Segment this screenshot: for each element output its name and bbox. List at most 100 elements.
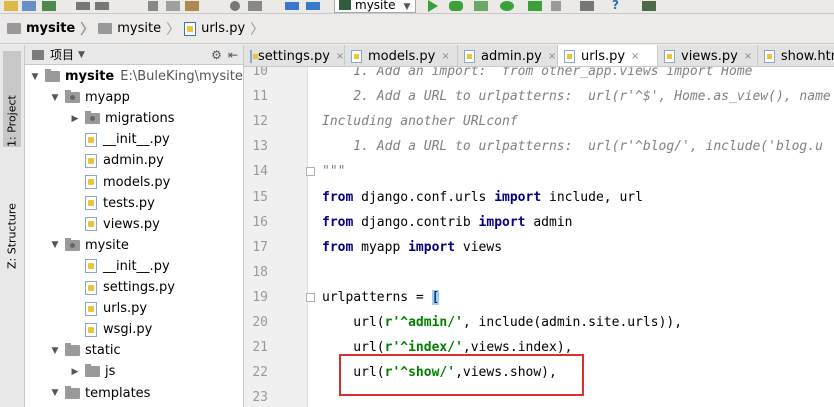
tree-item[interactable]: views.py xyxy=(69,214,160,235)
editor-tab[interactable]: views.py × xyxy=(658,45,758,66)
hide-panel-icon[interactable]: ⇤ xyxy=(228,48,238,62)
tree-item[interactable]: ▼ mysite xyxy=(49,235,129,256)
tree-item[interactable]: wsgi.py xyxy=(69,319,152,340)
folder-icon xyxy=(65,343,80,357)
coverage-icon[interactable] xyxy=(474,1,488,11)
editor-tab[interactable]: admin.py × xyxy=(458,45,558,66)
copy-icon[interactable] xyxy=(166,1,180,11)
chevron-right-icon: 〉 xyxy=(80,21,95,38)
code-token: url( xyxy=(322,315,385,330)
editor-tab-label: urls.py xyxy=(581,48,626,64)
redo-icon[interactable] xyxy=(95,2,109,10)
chevron-down-icon[interactable]: ▼ xyxy=(49,93,61,103)
code-line: 16 from django.contrib import admin xyxy=(244,210,834,235)
code-line: 17 from myapp import views xyxy=(244,235,834,260)
line-number: 22 xyxy=(252,365,268,381)
tree-item[interactable]: ▶ js xyxy=(69,361,115,382)
open-folder-icon[interactable] xyxy=(4,1,18,11)
code-line: 20 url(r'^admin/', include(admin.site.ur… xyxy=(244,310,834,335)
tree-item-label: mysite xyxy=(65,69,115,84)
close-tab-icon[interactable]: × xyxy=(631,51,639,62)
tree-item-label: settings.py xyxy=(103,280,175,295)
folder-icon xyxy=(65,385,80,399)
code-line: 18 xyxy=(244,260,834,285)
save-icon[interactable] xyxy=(22,1,36,11)
tree-item[interactable]: urls.py xyxy=(69,298,147,319)
tree-item-label: myapp xyxy=(85,90,130,106)
line-number: 14 xyxy=(252,164,268,180)
tree-item-label: __init__.py xyxy=(103,132,170,148)
chevron-down-icon[interactable]: ▼ xyxy=(29,72,41,82)
tree-item[interactable]: settings.py xyxy=(69,277,175,298)
html-file-icon xyxy=(764,49,775,63)
string-token: r'^index/' xyxy=(384,340,463,356)
undo-icon[interactable] xyxy=(76,2,90,10)
run-configuration-select[interactable]: mysite ▼ xyxy=(334,0,416,13)
chevron-down-icon[interactable]: ▼ xyxy=(49,388,61,398)
line-number: 13 xyxy=(252,139,268,155)
chevron-down-icon[interactable]: ▼ xyxy=(49,240,61,250)
keyword-token: from xyxy=(322,189,354,205)
tree-item[interactable]: ▼ myapp xyxy=(49,87,130,108)
code-fold-icon[interactable] xyxy=(306,167,315,177)
close-tab-icon[interactable]: × xyxy=(744,51,752,62)
run-icon[interactable] xyxy=(428,0,438,12)
tree-item[interactable]: __init__.py xyxy=(69,129,170,150)
editor-tab-label: views.py xyxy=(681,48,738,64)
editor-tab[interactable]: show.html xyxy=(758,45,834,66)
code-line: 15 from django.conf.urls import include, … xyxy=(244,185,834,210)
tree-item[interactable]: __init__.py xyxy=(69,256,170,277)
chevron-down-icon[interactable]: ▼ xyxy=(78,50,85,60)
stop-icon[interactable] xyxy=(551,1,561,11)
tree-item[interactable]: ▶ migrations xyxy=(69,108,175,129)
editor-tab[interactable]: urls.py × xyxy=(558,45,658,66)
sdk-manager-icon[interactable] xyxy=(642,1,656,11)
back-icon[interactable] xyxy=(285,2,299,10)
project-view-select[interactable]: 项目 xyxy=(50,46,74,63)
structure-tool-tab[interactable]: Z: Structure xyxy=(4,175,20,269)
cut-icon[interactable] xyxy=(148,1,158,11)
code-token: [ xyxy=(431,289,440,305)
settings-wrench-icon[interactable] xyxy=(580,1,594,11)
breadcrumb-item-mysite-package[interactable]: mysite 〉 xyxy=(98,19,180,39)
tree-item[interactable]: admin.py xyxy=(69,150,164,171)
paste-icon[interactable] xyxy=(185,1,199,11)
chevron-down-icon[interactable]: ▼ xyxy=(49,346,61,356)
tree-item-label: urls.py xyxy=(103,301,148,317)
forward-icon[interactable] xyxy=(306,2,320,10)
python-file-icon xyxy=(664,49,675,63)
resume-icon[interactable] xyxy=(528,1,542,11)
project-tool-tab[interactable]: 1: Project xyxy=(3,51,21,147)
string-token: r'^admin/' xyxy=(384,315,463,330)
sync-icon[interactable] xyxy=(42,1,56,11)
debug-icon[interactable] xyxy=(449,1,463,11)
close-tab-icon[interactable]: × xyxy=(441,51,449,62)
breadcrumb-item-mysite-root[interactable]: mysite 〉 xyxy=(7,19,94,39)
tree-item[interactable]: ▼ templates xyxy=(49,383,150,404)
python-file-icon xyxy=(85,280,97,295)
tree-item[interactable]: tests.py xyxy=(69,193,155,214)
tree-item[interactable]: models.py xyxy=(69,172,170,193)
folder-icon xyxy=(7,23,21,34)
chevron-right-icon[interactable]: ▶ xyxy=(69,114,81,124)
code-fold-icon[interactable] xyxy=(306,292,315,302)
gear-icon[interactable]: ⚙ xyxy=(211,48,222,62)
editor-tab-label: settings.py xyxy=(258,48,330,64)
help-icon[interactable]: ? xyxy=(612,0,622,12)
find-icon[interactable] xyxy=(230,1,240,11)
code-text: url(r'^admin/', include(admin.site.urls)… xyxy=(322,310,682,335)
tree-item[interactable]: ▼ mysite E:\BuleKing\mysite xyxy=(29,66,243,87)
project-panel: 项目 ▼ ⚙ ⇤ ▼ mysite E:\BuleKing\mysite ▼ myapp ▶… xyxy=(25,45,244,407)
close-tab-icon[interactable]: × xyxy=(548,51,556,62)
annotation-highlight-box xyxy=(339,354,584,396)
profile-icon[interactable] xyxy=(500,1,514,11)
breadcrumb-item-urls-py[interactable]: urls.py 〉 xyxy=(184,19,264,39)
replace-icon[interactable] xyxy=(248,1,262,11)
tree-item-label: wsgi.py xyxy=(103,322,153,338)
tree-item[interactable]: ▼ static xyxy=(49,340,121,361)
close-tab-icon[interactable]: × xyxy=(336,51,344,62)
chevron-right-icon[interactable]: ▶ xyxy=(69,367,81,377)
editor-tab[interactable]: settings.py × xyxy=(244,45,345,66)
editor-tab[interactable]: models.py × xyxy=(345,45,458,66)
code-token: admin xyxy=(525,214,573,230)
